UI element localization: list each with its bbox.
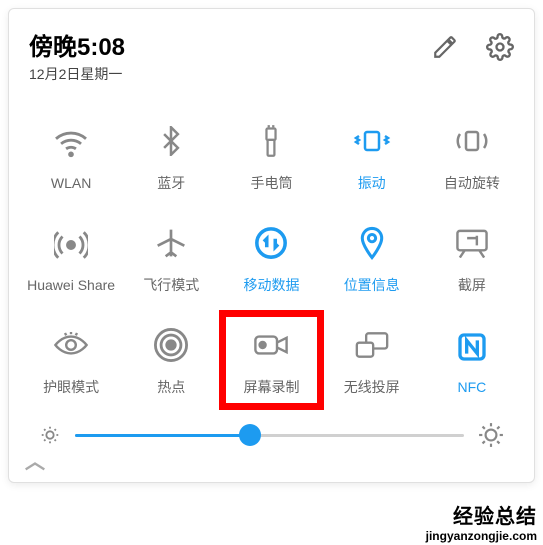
tile-label: 护眼模式: [43, 377, 99, 397]
tile-flashlight[interactable]: 手电筒: [221, 108, 321, 204]
tile-label: 截屏: [458, 275, 486, 295]
tile-label: 蓝牙: [157, 173, 185, 193]
watermark-url: jingyanzongjie.com: [426, 529, 537, 543]
tile-label: Huawei Share: [27, 277, 115, 293]
brightness-slider[interactable]: [75, 434, 464, 437]
location-icon: [357, 221, 387, 265]
brightness-high-icon: [478, 422, 504, 448]
tile-huawei-share[interactable]: Huawei Share: [21, 210, 121, 306]
tile-nfc[interactable]: NFC: [422, 312, 522, 408]
tile-wlan[interactable]: WLAN: [21, 108, 121, 204]
notification-header: 傍晚5:08 12月2日星期一: [21, 27, 522, 84]
nfc-icon: [456, 325, 488, 369]
hotspot-icon: [154, 323, 188, 367]
tile-label: 手电筒: [250, 173, 292, 193]
mobile-data-icon: [254, 221, 288, 265]
tile-label: WLAN: [51, 175, 91, 191]
brightness-slider-row: [21, 412, 522, 454]
tile-vibrate[interactable]: 振动: [322, 108, 422, 204]
tile-mobile-data[interactable]: 移动数据: [221, 210, 321, 306]
tile-label: 无线投屏: [344, 377, 400, 397]
rotate-icon: [455, 119, 489, 163]
tile-auto-rotate[interactable]: 自动旋转: [422, 108, 522, 204]
tile-location[interactable]: 位置信息: [322, 210, 422, 306]
tile-label: 热点: [157, 377, 185, 397]
tile-hotspot[interactable]: 热点: [121, 312, 221, 408]
tile-label: 振动: [358, 173, 386, 193]
eye-icon: [53, 323, 89, 367]
tile-eye-comfort[interactable]: 护眼模式: [21, 312, 121, 408]
tile-label: 位置信息: [344, 275, 400, 295]
tile-airplane[interactable]: 飞行模式: [121, 210, 221, 306]
wifi-icon: [54, 121, 88, 165]
brightness-low-icon: [39, 424, 61, 446]
tile-wireless-projection[interactable]: 无线投屏: [322, 312, 422, 408]
tile-label: 移动数据: [243, 275, 299, 295]
edit-icon[interactable]: [432, 34, 458, 60]
video-icon: [253, 323, 289, 367]
share-icon: [54, 223, 88, 267]
tile-screen-record[interactable]: 屏幕录制: [221, 312, 321, 408]
expand-chevron[interactable]: [21, 460, 522, 474]
flashlight-icon: [257, 119, 285, 163]
watermark-title: 经验总结: [426, 500, 537, 529]
vibrate-icon: [352, 119, 392, 163]
quick-settings-grid: WLAN 蓝牙 手电筒 振动 自动旋转: [21, 108, 522, 408]
bluetooth-icon: [156, 119, 186, 163]
tile-label: 飞行模式: [143, 275, 199, 295]
slider-thumb[interactable]: [239, 424, 261, 446]
tile-screenshot[interactable]: 截屏: [422, 210, 522, 306]
tile-label: 屏幕录制: [243, 377, 299, 397]
airplane-icon: [155, 221, 187, 265]
screenshot-icon: [455, 221, 489, 265]
tile-bluetooth[interactable]: 蓝牙: [121, 108, 221, 204]
date-display: 12月2日星期一: [29, 64, 125, 84]
tile-label: NFC: [458, 379, 487, 395]
tile-label: 自动旋转: [444, 173, 500, 193]
time-display: 傍晚5:08: [29, 27, 125, 62]
gear-icon[interactable]: [486, 33, 514, 61]
cast-icon: [354, 323, 390, 367]
